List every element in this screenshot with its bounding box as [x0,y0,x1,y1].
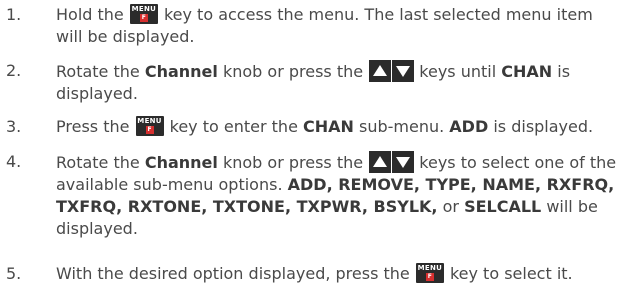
step-number: 3. [6,117,22,136]
step-number: 4. [6,152,22,171]
step-text: Hold the MENU F key to access the menu. T… [56,4,593,46]
step-number: 1. [6,5,22,24]
step-number: 5. [6,264,22,283]
step-number: 2. [6,61,22,80]
step-text: Press the MENU F key to enter the CHAN su… [56,116,594,136]
up-arrow-key-icon [369,151,392,173]
instruction-list: 1. Hold the MENU F key to access the menu… [0,0,630,293]
step-text: Rotate the Channel knob or press the key… [56,60,571,103]
step-text: Rotate the Channel knob or press the key… [56,151,617,238]
down-arrow-key-icon [392,60,415,82]
step-text: With the desired option displayed, press… [56,263,573,283]
menu-key-icon: MENU F [129,4,158,24]
menu-key-icon: MENU F [135,116,164,136]
down-arrow-key-icon [392,151,415,173]
up-arrow-key-icon [369,60,392,82]
menu-key-icon: MENU F [415,263,444,283]
